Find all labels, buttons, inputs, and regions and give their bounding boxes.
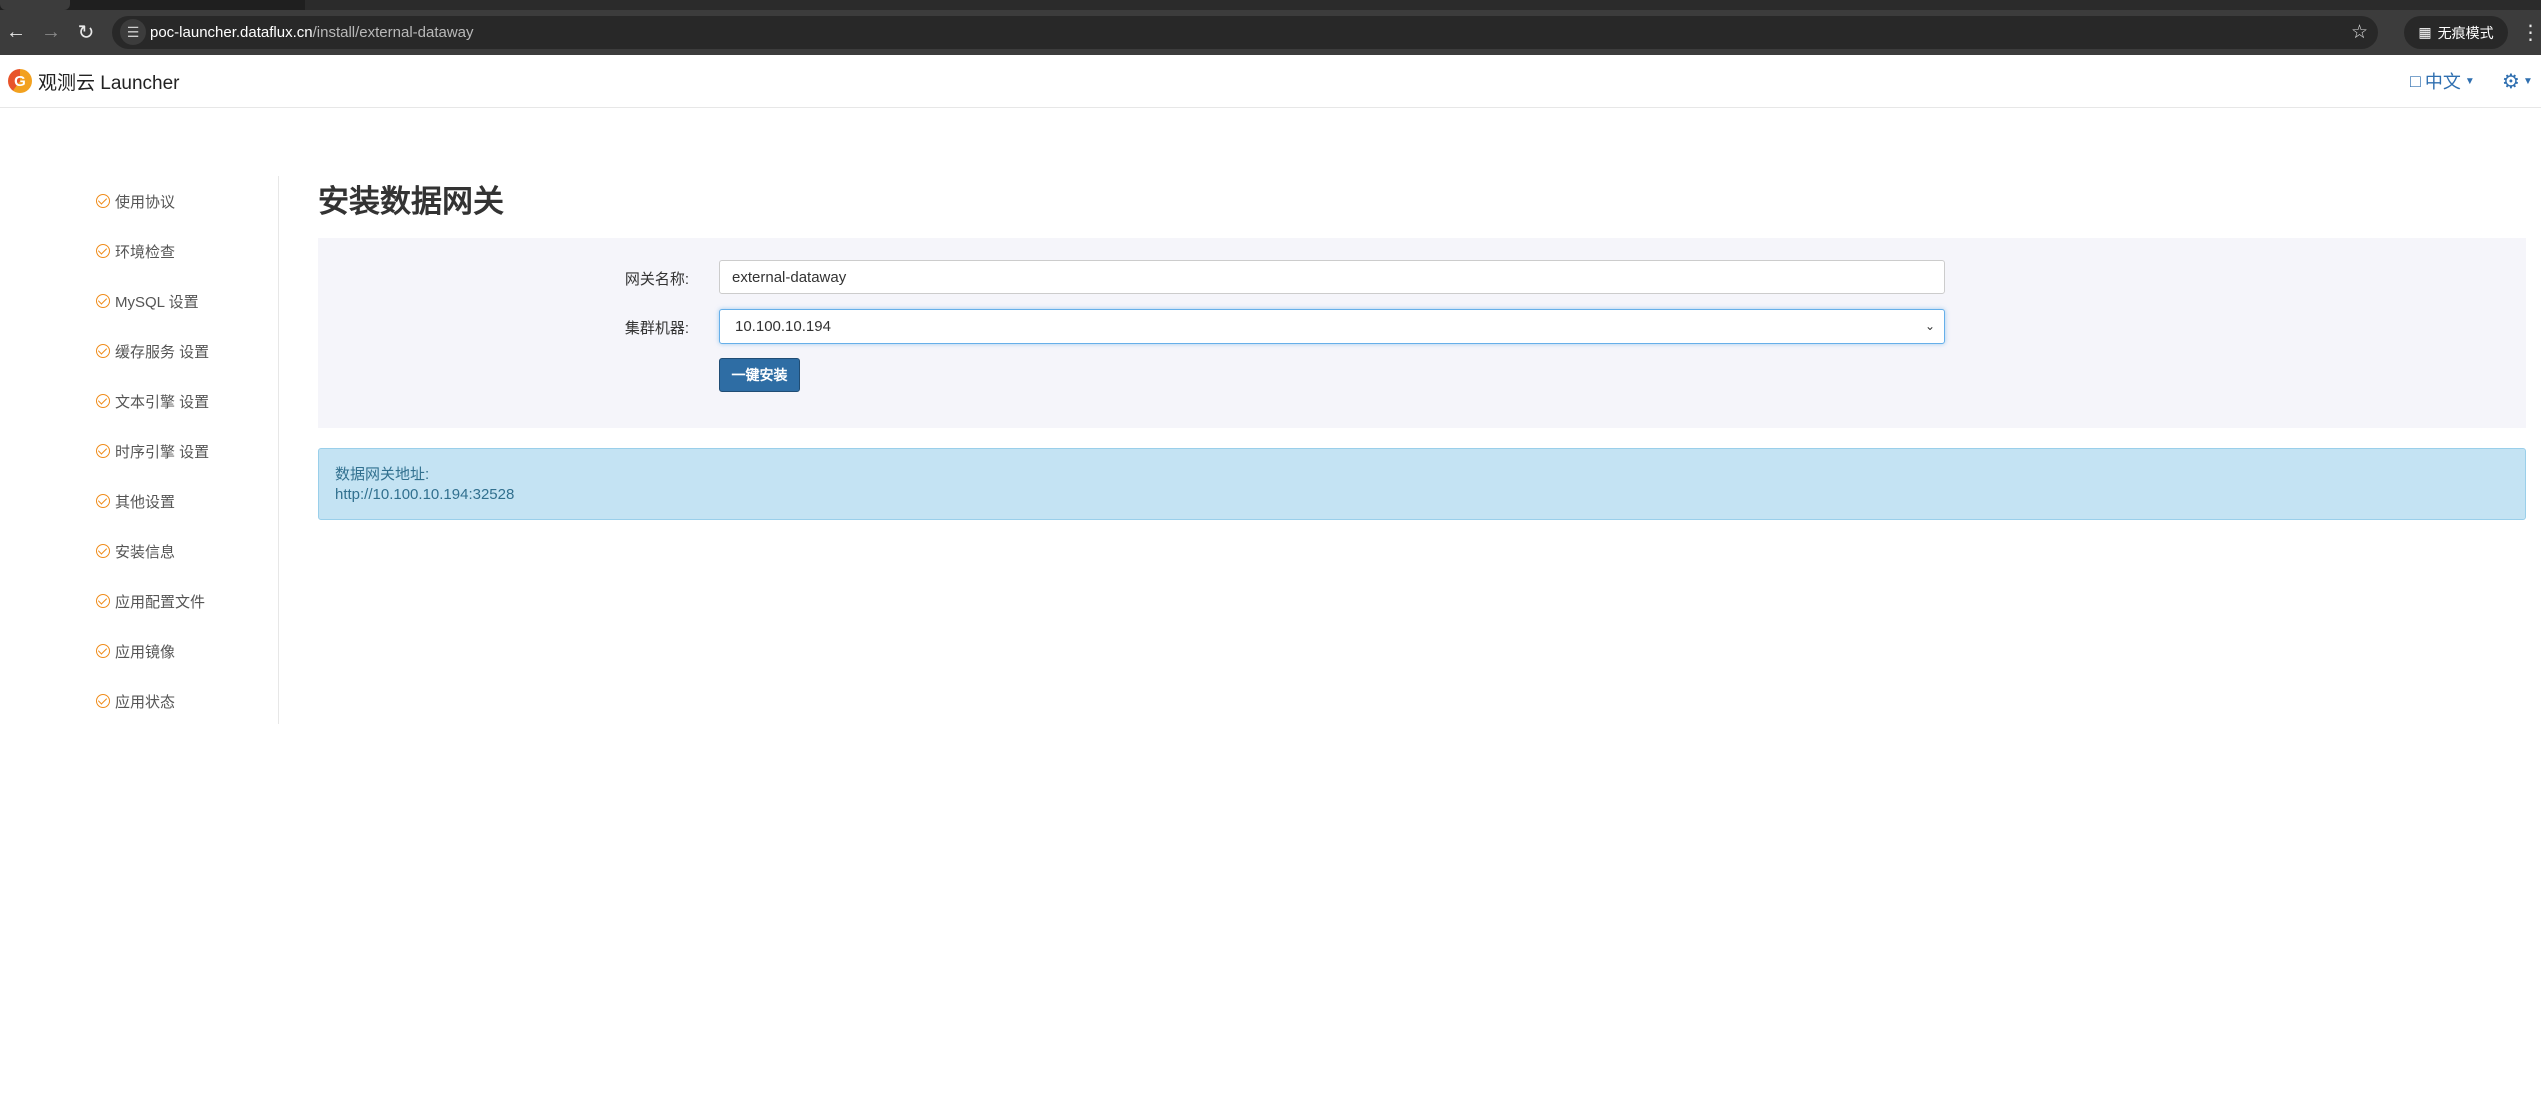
sidebar-item-other-settings[interactable]: 其他设置: [96, 476, 175, 526]
settings-dropdown[interactable]: ⚙ ▼: [2502, 55, 2533, 107]
sidebar-item-label: 文本引擎 设置: [115, 393, 210, 411]
browser-tab-strip: [0, 0, 2541, 10]
check-circle-icon: [96, 644, 110, 658]
sidebar-item-label: 时序引擎 设置: [115, 443, 210, 461]
sidebar-item-app-config[interactable]: 应用配置文件: [96, 576, 205, 626]
sidebar-item-label: 应用配置文件: [115, 593, 206, 611]
gateway-address-value: http://10.100.10.194:32528: [335, 486, 515, 503]
sidebar-item-app-images[interactable]: 应用镜像: [96, 626, 175, 676]
brand-name: 观测云 Launcher: [38, 72, 180, 94]
app-header: G 观测云 Launcher □ 中文 ▼ ⚙ ▼: [0, 55, 2541, 108]
translate-icon: □: [2410, 70, 2421, 91]
sidebar-item-label: 使用协议: [115, 193, 176, 211]
sidebar-item-mysql[interactable]: MySQL 设置: [96, 276, 199, 326]
url-path: /install/external-dataway: [312, 24, 474, 41]
forward-arrow-icon[interactable]: →: [35, 10, 67, 55]
more-vert-icon[interactable]: ⋮: [2520, 10, 2541, 55]
cluster-machine-label: 集群机器:: [624, 320, 689, 337]
language-dropdown[interactable]: □ 中文 ▼: [2410, 55, 2475, 107]
check-circle-icon: [96, 244, 110, 258]
one-click-install-button[interactable]: 一键安装: [719, 358, 800, 392]
star-icon[interactable]: ☆: [2351, 16, 2368, 49]
sidebar-item-timeseries-engine[interactable]: 时序引擎 设置: [96, 426, 209, 476]
sidebar-item-agreement[interactable]: 使用协议: [96, 176, 175, 226]
sidebar-item-label: 应用状态: [115, 693, 176, 711]
browser-tab[interactable]: [0, 0, 70, 10]
reload-icon[interactable]: ↻: [70, 10, 102, 55]
check-circle-icon: [96, 694, 110, 708]
gateway-name-input[interactable]: [719, 260, 1945, 294]
chevron-down-icon: ⌄: [1924, 319, 1935, 333]
check-circle-icon: [96, 294, 110, 308]
check-circle-icon: [96, 194, 110, 208]
check-circle-icon: [96, 444, 110, 458]
cluster-machine-select[interactable]: 10.100.10.194 ⌄: [719, 309, 1945, 344]
check-circle-icon: [96, 494, 110, 508]
incognito-icon: ▦: [2418, 24, 2432, 40]
check-circle-icon: [96, 544, 110, 558]
language-label: 中文: [2424, 72, 2461, 92]
gateway-address-alert: 数据网关地址: http://10.100.10.194:32528: [318, 448, 2526, 520]
sidebar-item-install-info[interactable]: 安装信息: [96, 526, 175, 576]
sidebar-item-label: 其他设置: [115, 493, 176, 511]
browser-toolbar: ← → ↻ ☰ poc-launcher.dataflux.cn/install…: [0, 10, 2541, 55]
sidebar-item-label: 环境检查: [115, 243, 176, 261]
incognito-label: 无痕模式: [2437, 24, 2494, 41]
caret-down-icon: ▼: [2522, 75, 2533, 87]
sidebar-item-text-engine[interactable]: 文本引擎 设置: [96, 376, 209, 426]
sidebar-steps: 使用协议 环境检查 MySQL 设置 缓存服务 设置 文本引擎 设置 时序引擎 …: [96, 176, 279, 724]
page-title: 安装数据网关: [318, 184, 504, 219]
sidebar-item-label: MySQL 设置: [115, 293, 199, 311]
sidebar-item-env-check[interactable]: 环境检查: [96, 226, 175, 276]
gear-icon: ⚙: [2502, 70, 2520, 93]
address-bar[interactable]: ☰ poc-launcher.dataflux.cn/install/exter…: [112, 16, 2378, 49]
sidebar-item-app-status[interactable]: 应用状态: [96, 676, 175, 726]
gateway-name-label: 网关名称:: [624, 271, 689, 288]
brand-logo-icon: G: [8, 69, 32, 93]
browser-tab-area: [305, 0, 2541, 10]
sidebar-item-cache[interactable]: 缓存服务 设置: [96, 326, 209, 376]
back-arrow-icon[interactable]: ←: [0, 10, 32, 55]
sidebar-item-label: 应用镜像: [115, 643, 176, 661]
sidebar-item-label: 安装信息: [115, 543, 176, 561]
check-circle-icon: [96, 594, 110, 608]
check-circle-icon: [96, 394, 110, 408]
brand[interactable]: G 观测云 Launcher: [8, 55, 180, 107]
check-circle-icon: [96, 344, 110, 358]
incognito-badge[interactable]: ▦ 无痕模式: [2404, 16, 2508, 49]
site-info-icon[interactable]: ☰: [120, 19, 146, 45]
gateway-address-title: 数据网关地址:: [335, 466, 430, 483]
cluster-machine-value: 10.100.10.194: [735, 318, 831, 335]
url-text[interactable]: poc-launcher.dataflux.cn/install/externa…: [150, 16, 474, 49]
url-host: poc-launcher.dataflux.cn: [150, 24, 313, 41]
caret-down-icon: ▼: [2464, 75, 2475, 87]
sidebar-item-label: 缓存服务 设置: [115, 343, 210, 361]
